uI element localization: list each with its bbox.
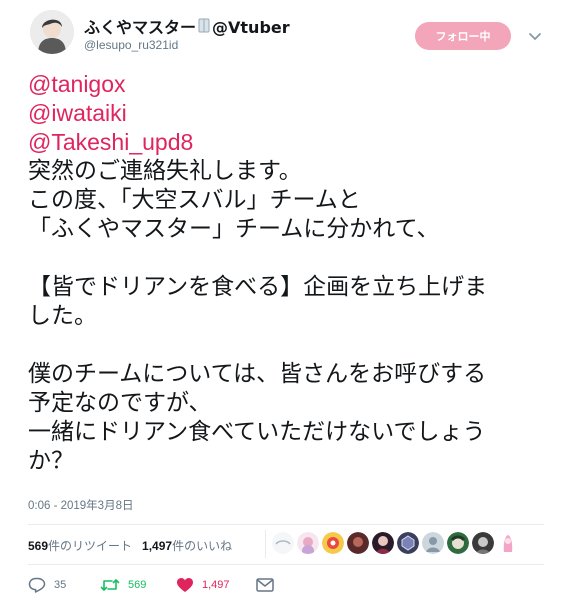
retweet-icon (100, 577, 120, 593)
liker-avatars (272, 532, 519, 554)
engagement-stats: 569件のリツイート 1,497件のいいね (28, 537, 232, 554)
direct-message-button[interactable] (256, 578, 274, 592)
author-handle[interactable]: @lesupo_ru321id (84, 38, 178, 52)
tweet-line: 【皆でドリアンを食べる】企画を立ち上げま (28, 274, 488, 300)
liker-avatar[interactable] (297, 532, 319, 554)
book-icon (198, 18, 210, 33)
retweet-stat[interactable]: 569件のリツイート (28, 537, 132, 554)
tweet-line: か？ (28, 448, 74, 474)
retweet-stat-label: 件のリツイート (48, 539, 133, 553)
liker-avatar[interactable] (447, 532, 469, 554)
author-display-name[interactable]: ふくやマスター @Vtuber (84, 14, 290, 38)
liker-avatar[interactable] (372, 532, 394, 554)
retweet-button[interactable]: 569 (100, 577, 176, 593)
divider (28, 564, 544, 565)
reply-icon (28, 577, 46, 593)
tweet-line (28, 244, 548, 273)
tweet-line: した。 (28, 303, 97, 329)
like-stat[interactable]: 1,497件のいいね (142, 537, 232, 554)
tweet-line (28, 331, 548, 360)
mention-link[interactable]: @iwataiki (28, 99, 548, 128)
chevron-down-icon[interactable] (527, 28, 543, 44)
heart-icon (176, 577, 194, 593)
tweet-line: 僕のチームについては、皆さんをお呼びする (28, 361, 487, 387)
like-button[interactable]: 1,497 (176, 577, 256, 593)
divider (265, 530, 266, 558)
like-stat-label: 件のいいね (172, 539, 233, 553)
tweet-line: この度、「大空スバル」チームと (28, 187, 361, 213)
liker-avatar[interactable] (397, 532, 419, 554)
tweet-timestamp[interactable]: 0:06 - 2019年3月8日 (28, 497, 133, 513)
like-count: 1,497 (202, 579, 230, 591)
following-button[interactable]: フォロー中 (415, 22, 511, 50)
retweet-count: 569 (128, 579, 147, 591)
display-name-suffix: @Vtuber (212, 18, 290, 37)
liker-avatar[interactable] (422, 532, 444, 554)
tweet-line: 突然のご連絡失礼します。 (28, 158, 302, 184)
liker-avatar[interactable] (472, 532, 494, 554)
reply-button[interactable]: 35 (28, 577, 100, 593)
author-avatar[interactable] (30, 10, 74, 54)
reply-count: 35 (54, 579, 67, 591)
mention-link[interactable]: @Takeshi_upd8 (28, 128, 548, 157)
liker-avatar[interactable] (272, 532, 294, 554)
liker-avatar[interactable] (497, 532, 519, 554)
liker-avatar[interactable] (347, 532, 369, 554)
mention-link[interactable]: @tanigox (28, 70, 548, 99)
tweet-line: 予定なのですが、 (28, 390, 212, 416)
liker-avatar[interactable] (322, 532, 344, 554)
display-name-text: ふくやマスター (84, 18, 197, 37)
tweet-line: 一緒にドリアン食べていただけないでしょう (28, 419, 486, 445)
envelope-icon (256, 578, 274, 592)
like-stat-count: 1,497 (142, 539, 173, 553)
tweet-actions: 35 569 1,497 (28, 577, 274, 593)
divider (28, 524, 544, 525)
retweet-stat-count: 569 (28, 539, 49, 553)
tweet-text: @tanigox @iwataiki @Takeshi_upd8 突然のご連絡失… (28, 70, 548, 476)
tweet-line: 「ふくやマスター」チームに分かれて、 (28, 216, 440, 242)
